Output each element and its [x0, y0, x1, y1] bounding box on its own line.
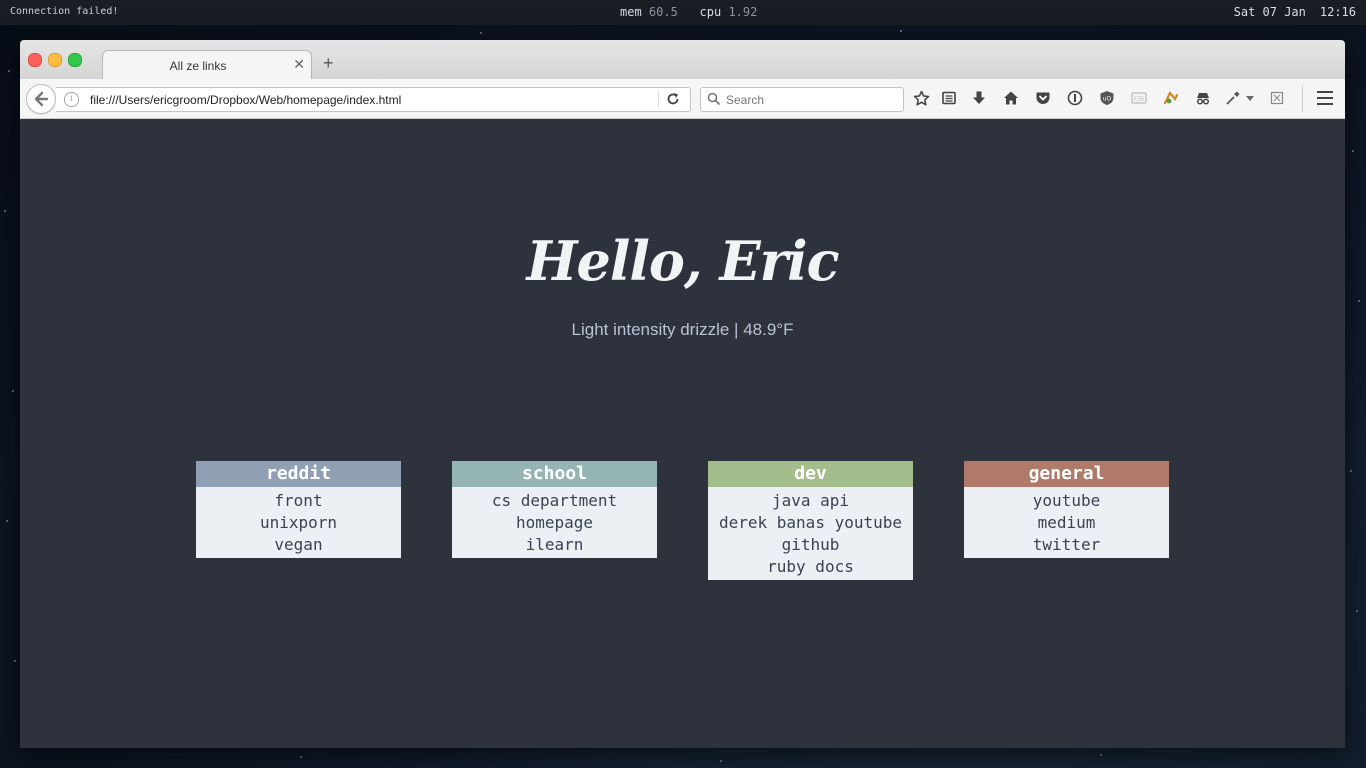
connection-status: Connection failed! [10, 6, 119, 17]
system-menubar: Connection failed! mem 60.5 cpu 1.92 Sat… [0, 0, 1366, 25]
navigation-toolbar: i file:///Users/ericgroom/Dropbox/Web/ho… [20, 79, 1345, 119]
eyedropper-icon[interactable] [1224, 89, 1242, 107]
link-item[interactable]: ilearn [452, 534, 657, 556]
home-icon[interactable] [1002, 89, 1020, 107]
browser-tab[interactable]: All ze links ✕ [102, 50, 312, 80]
date-text: Sat 07 Jan [1233, 5, 1306, 19]
link-item[interactable]: twitter [964, 534, 1169, 556]
url-divider [658, 91, 659, 108]
search-box[interactable]: Search [700, 87, 904, 112]
tab-title: All ze links [169, 59, 227, 73]
link-item[interactable]: homepage [452, 512, 657, 534]
download-icon[interactable] [970, 89, 988, 107]
link-item[interactable]: ruby docs [708, 556, 913, 578]
tab-strip: All ze links ✕ + [20, 40, 1345, 80]
time-text: 12:16 [1319, 5, 1356, 19]
link-item[interactable]: cs department [452, 490, 657, 512]
back-arrow-icon [34, 91, 49, 107]
reload-icon[interactable] [666, 92, 680, 106]
link-card-general: general youtube medium twitter [964, 461, 1169, 558]
homepage-content: Hello, Eric Light intensity drizzle | 48… [20, 119, 1345, 748]
card-links: youtube medium twitter [964, 487, 1169, 558]
greeting-heading: Hello, Eric [526, 229, 839, 293]
browser-window: All ze links ✕ + i file:///Users/ericgro… [20, 40, 1345, 748]
link-item[interactable]: medium [964, 512, 1169, 534]
svg-text:uO: uO [1103, 96, 1112, 103]
card-title: general [964, 461, 1169, 487]
link-item[interactable]: java api [708, 490, 913, 512]
link-item[interactable]: vegan [196, 534, 401, 556]
card-title: reddit [196, 461, 401, 487]
ublock-icon[interactable]: uO [1098, 89, 1116, 107]
menu-icon[interactable] [1317, 91, 1333, 109]
back-button[interactable] [26, 84, 56, 114]
extension-icon[interactable] [1162, 89, 1180, 107]
link-card-school: school cs department homepage ilearn [452, 461, 657, 558]
close-window-button[interactable] [28, 53, 42, 67]
link-item[interactable]: front [196, 490, 401, 512]
pocket-icon[interactable] [1034, 89, 1052, 107]
mem-label: mem [620, 5, 642, 19]
link-item[interactable]: unixporn [196, 512, 401, 534]
password-icon[interactable] [1066, 89, 1084, 107]
maximize-window-button[interactable] [68, 53, 82, 67]
sidebar-icon[interactable] [1268, 89, 1286, 107]
link-item[interactable]: youtube [964, 490, 1169, 512]
card-title: school [452, 461, 657, 487]
minimize-window-button[interactable] [48, 53, 62, 67]
cpu-value: 1.92 [728, 5, 758, 19]
search-placeholder: Search [726, 93, 765, 107]
card-title: dev [708, 461, 913, 487]
reading-list-icon[interactable] [940, 89, 958, 107]
cpu-label: cpu [699, 5, 722, 19]
card-links: cs department homepage ilearn [452, 487, 657, 558]
dropdown-icon[interactable] [1244, 89, 1256, 107]
star-icon[interactable] [912, 89, 930, 107]
card-links: front unixporn vegan [196, 487, 401, 558]
url-bar[interactable]: i file:///Users/ericgroom/Dropbox/Web/ho… [56, 87, 691, 112]
clock: Sat 07 Jan 12:16 [1234, 5, 1356, 19]
css-icon[interactable]: CSS [1130, 89, 1148, 107]
search-icon [707, 92, 721, 106]
info-icon[interactable]: i [64, 92, 79, 107]
link-item[interactable]: github [708, 534, 913, 556]
system-stats: mem 60.5 cpu 1.92 [620, 5, 757, 19]
mem-value: 60.5 [648, 5, 678, 19]
toolbar-divider [1302, 85, 1303, 112]
link-card-reddit: reddit front unixporn vegan [196, 461, 401, 558]
incognito-icon[interactable] [1194, 89, 1212, 107]
card-links: java api derek banas youtube github ruby… [708, 487, 913, 580]
close-tab-icon[interactable]: ✕ [293, 57, 305, 71]
new-tab-button[interactable]: + [323, 54, 334, 72]
weather-text: Light intensity drizzle | 48.9°F [571, 320, 794, 339]
link-card-dev: dev java api derek banas youtube github … [708, 461, 913, 580]
svg-text:CSS: CSS [1134, 97, 1144, 103]
link-item[interactable]: derek banas youtube [708, 512, 913, 534]
url-text[interactable]: file:///Users/ericgroom/Dropbox/Web/home… [90, 93, 401, 107]
